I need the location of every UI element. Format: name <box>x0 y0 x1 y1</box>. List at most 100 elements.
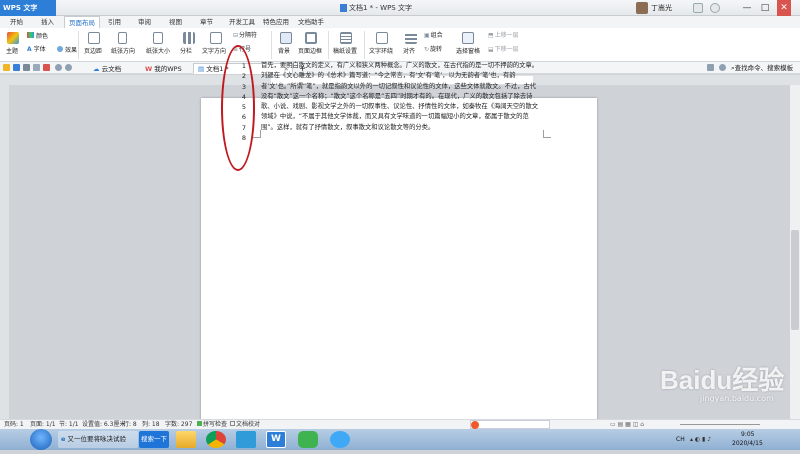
selection-pane-button[interactable]: 选择窗格 <box>456 48 480 56</box>
proofread-toggle[interactable]: 文档校对 <box>230 420 260 429</box>
text-direction-button[interactable]: 文字方向 <box>202 48 226 56</box>
redo-icon[interactable] <box>65 64 72 71</box>
wechat-icon[interactable] <box>298 431 318 448</box>
help-icon[interactable] <box>710 3 720 13</box>
rotate-button[interactable]: ↻旋转 <box>424 46 442 54</box>
taskbar-search-window[interactable]: 搜索一下 <box>139 431 169 448</box>
page-border-button[interactable]: 页面边框 <box>298 48 322 56</box>
effects-button[interactable]: 效果 <box>57 46 77 55</box>
tab-my-wps[interactable]: W 我的WPS <box>140 63 187 74</box>
status-word-count[interactable]: 字数: 297 <box>165 420 192 429</box>
orientation-icon[interactable] <box>118 32 127 44</box>
send-backward-button[interactable]: ⬓下移一层 <box>488 46 519 54</box>
columns-button[interactable]: 分栏 <box>180 48 192 56</box>
background-icon[interactable] <box>280 32 292 44</box>
tab-home[interactable]: 开始 <box>10 16 23 28</box>
open-icon[interactable] <box>3 64 10 71</box>
group-icon: ▣ <box>424 32 430 39</box>
background-button[interactable]: 背景 <box>278 48 290 56</box>
chrome-icon[interactable] <box>206 431 226 448</box>
avatar[interactable] <box>636 2 648 14</box>
clock-date[interactable]: 2020/4/15 <box>732 433 763 454</box>
crop-mark <box>543 130 551 138</box>
columns-icon[interactable] <box>183 32 195 44</box>
ie-browser-icon[interactable] <box>330 431 350 448</box>
tab-chapter[interactable]: 章节 <box>200 16 213 28</box>
orientation-button[interactable]: 纸张方向 <box>111 48 135 56</box>
tab-cloud-docs[interactable]: ☁ 云文档 <box>88 63 126 74</box>
wps-taskbar-icon[interactable] <box>236 431 256 448</box>
theme-button[interactable]: 主题 <box>6 48 18 56</box>
status-row: 行: 8 <box>123 421 137 428</box>
document-page[interactable] <box>201 98 597 419</box>
preview-icon[interactable] <box>33 64 40 71</box>
window-title-text: 文档1 * - WPS 文字 <box>349 4 412 12</box>
tab-doc-assistant[interactable]: 文档助手 <box>298 16 324 28</box>
bring-forward-button[interactable]: ⬒上移一层 <box>488 32 519 40</box>
window-mode-icon[interactable] <box>707 64 714 71</box>
align-icon[interactable] <box>405 32 417 44</box>
tab-view[interactable]: 视图 <box>169 16 182 28</box>
folder-icon[interactable] <box>176 431 196 448</box>
fonts-button[interactable]: A 字体 <box>27 46 46 54</box>
undo-icon[interactable] <box>55 64 62 71</box>
user-name[interactable]: 丁嵩光 <box>651 0 672 16</box>
minimize-button[interactable]: — <box>740 0 754 16</box>
paper-size-button[interactable]: 纸张大小 <box>146 48 170 56</box>
paper-size-icon[interactable] <box>153 32 163 44</box>
export-pdf-icon[interactable] <box>43 64 50 71</box>
group-button[interactable]: ▣组合 <box>424 32 443 40</box>
tab-references[interactable]: 引用 <box>108 16 121 28</box>
wrap-button[interactable]: 文字环绕 <box>369 48 393 56</box>
effects-icon <box>57 46 63 52</box>
page-border-icon[interactable] <box>305 32 317 44</box>
vertical-scrollbar[interactable] <box>790 85 800 419</box>
print-icon[interactable] <box>23 64 30 71</box>
close-button[interactable]: ✕ <box>777 0 791 16</box>
tab-page-layout[interactable]: 页面布局 <box>64 16 100 28</box>
wrap-icon[interactable] <box>376 32 388 44</box>
tab-developer[interactable]: 开发工具 <box>229 16 255 28</box>
tab-features[interactable]: 特色应用 <box>263 16 289 28</box>
ribbon-divider <box>78 31 79 59</box>
text-direction-icon[interactable] <box>210 32 222 44</box>
margins-icon[interactable] <box>88 32 100 44</box>
colors-button[interactable]: 颜色 <box>27 32 48 41</box>
input-language[interactable]: CH <box>676 429 685 450</box>
app-menu-button[interactable]: WPS 文字 <box>0 0 56 16</box>
maximize-button[interactable]: □ <box>758 0 772 16</box>
fonts-label: 字体 <box>33 46 46 53</box>
ime-toolbar[interactable] <box>470 420 550 429</box>
document-body-text[interactable]: 首先，要明白散文的定义，有广义和狭义两种概念。广义的散文，在古代指的是一切不押韵… <box>261 61 541 133</box>
vertical-ruler[interactable] <box>0 85 9 419</box>
theme-icon[interactable] <box>7 32 19 44</box>
save-icon[interactable] <box>13 64 20 71</box>
document-canvas[interactable] <box>9 85 790 419</box>
selection-pane-icon[interactable] <box>462 32 474 44</box>
line-number: 3 <box>241 82 247 91</box>
taskbar-ie-window[interactable]: e 又一位要将咏决试验 <box>58 431 138 448</box>
draft-paper-button[interactable]: 稿纸设置 <box>333 48 357 56</box>
scrollbar-thumb[interactable] <box>791 230 799 330</box>
checkbox-icon <box>197 421 202 426</box>
status-section: 节: 1/1 <box>59 421 79 428</box>
wps-writer-icon[interactable]: W <box>266 431 286 448</box>
margins-button[interactable]: 页边距 <box>84 48 102 56</box>
spell-check-toggle[interactable]: 拼写检查 <box>197 420 227 429</box>
send-backward-label: 下移一层 <box>494 46 519 53</box>
tab-insert[interactable]: 插入 <box>41 16 54 28</box>
view-mode-icons[interactable]: ▭ ▤ ▦ ◫ ⌂ <box>610 420 644 429</box>
tab-review[interactable]: 审阅 <box>138 16 151 28</box>
ribbon-divider <box>328 31 329 59</box>
command-search[interactable]: ⌕查找命令、搜索模板 <box>731 62 793 74</box>
skin-icon[interactable] <box>693 3 703 13</box>
settings-icon[interactable] <box>719 64 726 71</box>
draft-paper-icon[interactable] <box>340 32 352 44</box>
align-button[interactable]: 对齐 <box>403 48 415 56</box>
tray-icons[interactable]: ▴ ◐ ▮ ♪ <box>690 429 711 450</box>
tab-my-wps-label: 我的WPS <box>154 65 182 73</box>
status-pages[interactable]: 页面: 1/1 <box>30 420 56 429</box>
breaks-button[interactable]: ⊟分隔符 <box>233 32 257 40</box>
bring-forward-label: 上移一层 <box>494 32 519 39</box>
start-button[interactable] <box>30 429 52 450</box>
